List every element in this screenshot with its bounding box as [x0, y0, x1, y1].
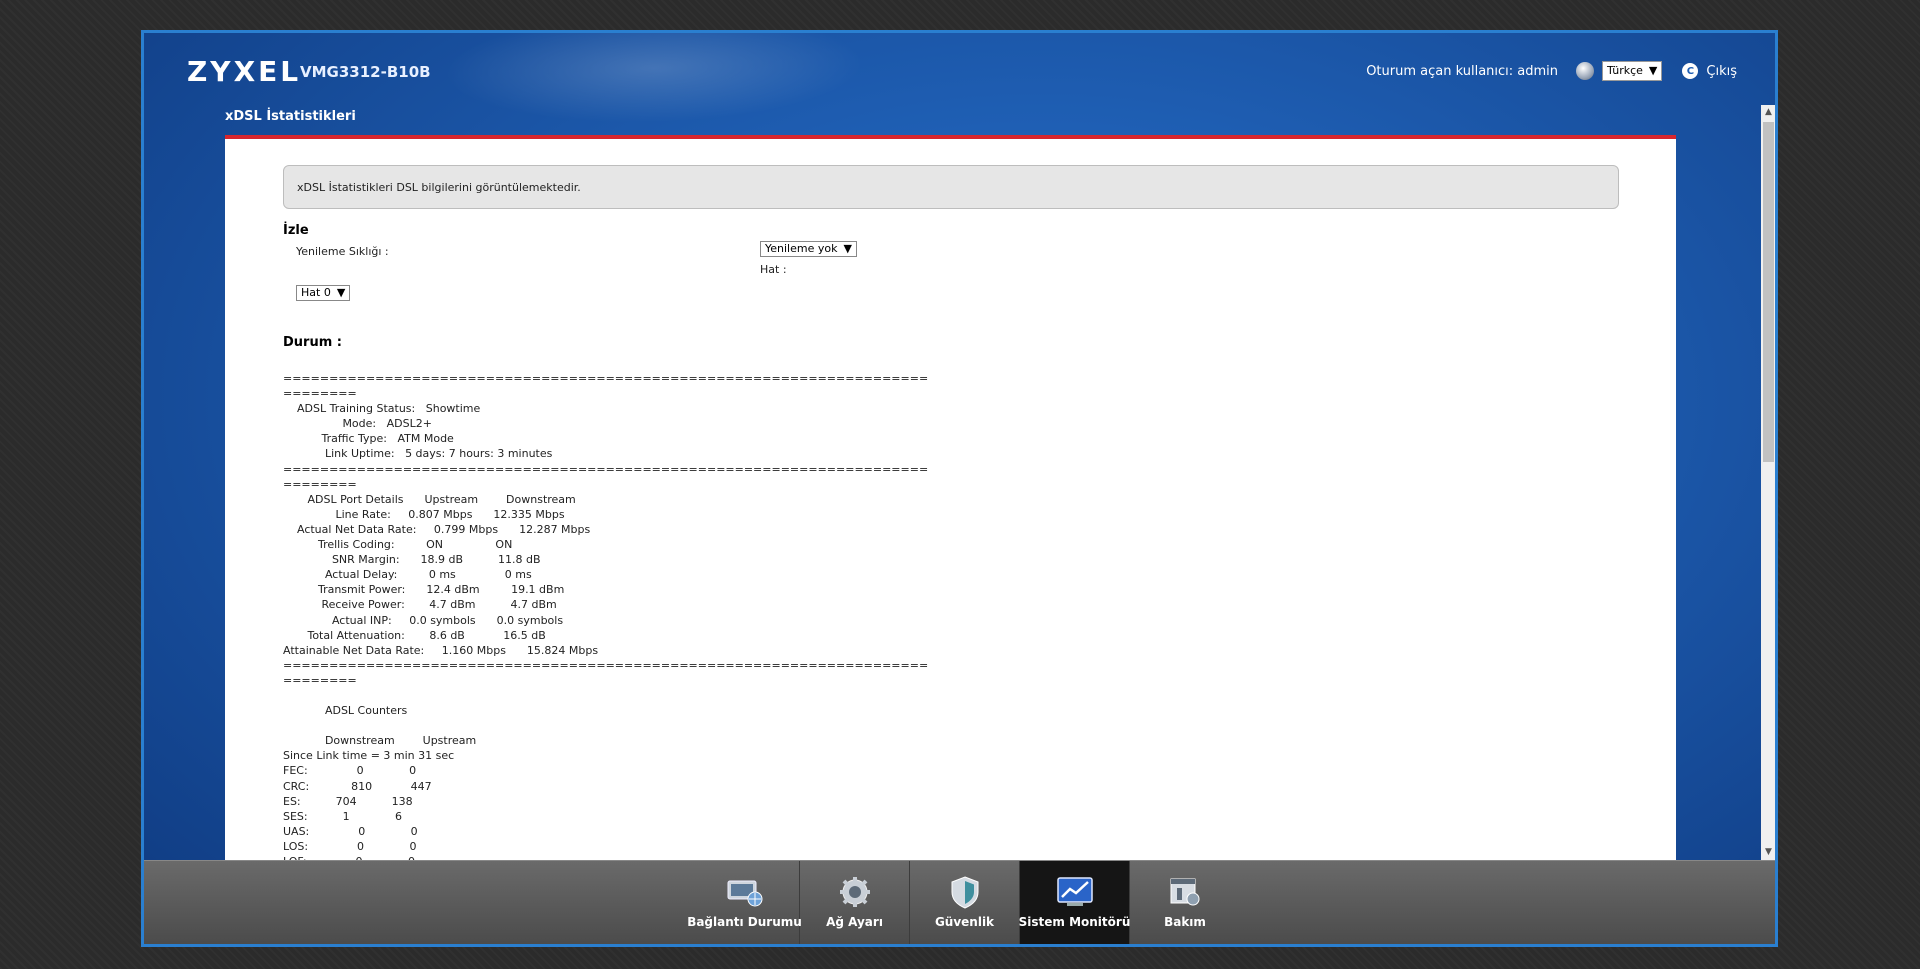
dropdown-arrow-icon: ▼: [336, 286, 346, 299]
nav-connection-status[interactable]: Bağlantı Durumu: [687, 861, 802, 944]
language-select[interactable]: Türkçe ▼: [1602, 61, 1663, 81]
page-title: xDSL İstatistikleri: [225, 109, 356, 124]
dropdown-arrow-icon: ▼: [1648, 64, 1658, 77]
nav-maintenance[interactable]: Bakım: [1130, 861, 1240, 944]
dropdown-arrow-icon: ▼: [843, 242, 852, 255]
line-select[interactable]: Hat 0 ▼: [296, 285, 351, 301]
scroll-thumb[interactable]: [1763, 122, 1774, 462]
scroll-down-icon[interactable]: ▼: [1761, 845, 1775, 860]
bottom-nav-bar: Bağlantı Durumu Ağ Ayarı Güvenlik Sistem…: [144, 860, 1775, 944]
refresh-value: Yenileme yok: [765, 242, 838, 255]
nav-label: Bağlantı Durumu: [687, 915, 802, 929]
logout-icon[interactable]: C: [1682, 63, 1699, 79]
logout-link[interactable]: Çıkış: [1706, 64, 1737, 79]
nav-security[interactable]: Güvenlik: [910, 861, 1020, 944]
user-area: Oturum açan kullanıcı: admin Türkçe ▼ C …: [1366, 61, 1737, 81]
router-frame: ZYXEL VMG3312-B10B Oturum açan kullanıcı…: [141, 30, 1778, 947]
security-shield-icon: [951, 876, 978, 909]
header-swoosh-decoration: [423, 33, 885, 123]
globe-icon: [1576, 62, 1595, 80]
system-monitor-icon: [1056, 877, 1093, 906]
maintenance-icon: [1170, 878, 1200, 906]
connection-status-icon: [727, 880, 762, 907]
nav-label: Sistem Monitörü: [1018, 915, 1131, 929]
nav-label: Ağ Ayarı: [826, 915, 883, 929]
nav-network-settings[interactable]: Ağ Ayarı: [800, 861, 910, 944]
dsl-status-text: ========================================…: [283, 372, 929, 868]
monitor-section-title: İzle: [283, 223, 309, 238]
scroll-up-icon[interactable]: ▲: [1761, 105, 1775, 120]
refresh-select[interactable]: Yenileme yok ▼: [760, 241, 857, 257]
nav-label: Bakım: [1164, 915, 1206, 929]
line-value: Hat 0: [301, 286, 331, 299]
model-name: VMG3312-B10B: [300, 63, 431, 81]
line-label: Hat :: [760, 263, 787, 276]
language-value: Türkçe: [1607, 64, 1643, 77]
logged-in-user: Oturum açan kullanıcı: admin: [1366, 63, 1559, 79]
nav-system-monitor[interactable]: Sistem Monitörü: [1018, 861, 1131, 944]
main-nav: Bağlantı Durumu Ağ Ayarı Güvenlik Sistem…: [687, 861, 1240, 944]
info-box: xDSL İstatistikleri DSL bilgilerini görü…: [283, 165, 1619, 209]
nav-label: Güvenlik: [934, 915, 995, 929]
info-text: xDSL İstatistikleri DSL bilgilerini görü…: [297, 181, 581, 194]
status-section-title: Durum :: [283, 335, 342, 350]
zyxel-logo: ZYXEL: [187, 55, 302, 88]
network-settings-icon: [839, 877, 870, 907]
content-panel: xDSL İstatistikleri DSL bilgilerini görü…: [225, 135, 1676, 890]
content-scrollbar[interactable]: ▲ ▼: [1761, 105, 1775, 860]
refresh-label: Yenileme Sıklığı :: [296, 245, 389, 258]
